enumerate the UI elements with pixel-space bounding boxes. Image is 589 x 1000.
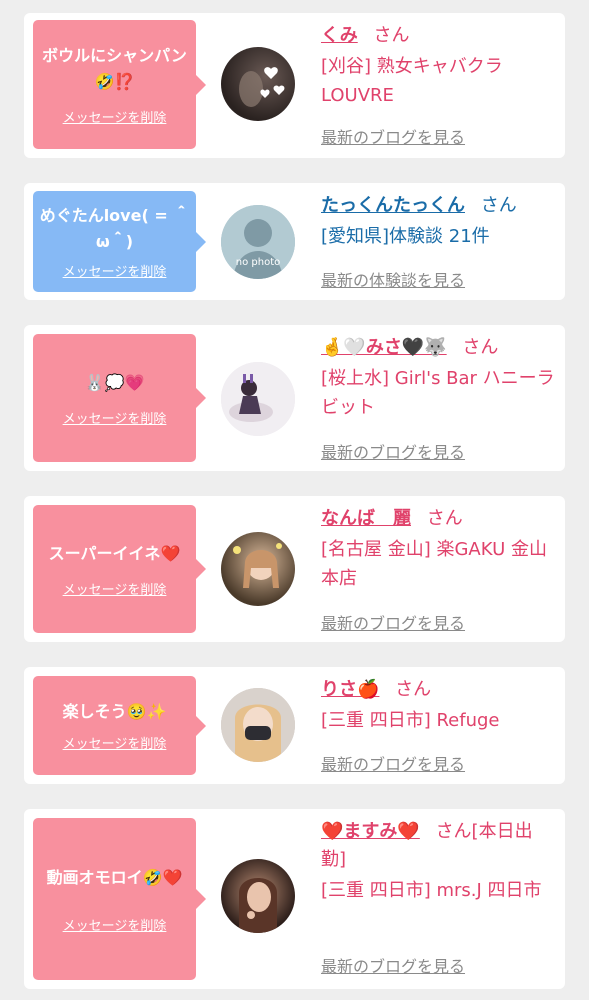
user-name-link[interactable]: ❤️ますみ❤️: [321, 821, 420, 842]
shop-name: [愛知県]体験談 21件: [321, 226, 490, 247]
delete-message-link[interactable]: メッセージを削除: [63, 408, 167, 427]
message-card: ボウルにシャンパン🤣⁉️ メッセージを削除 くみ さん [刈谷] 熟女キャバクラ…: [24, 13, 565, 158]
message-card: 楽しそう🥹✨ メッセージを削除 りさ🍎 さん [三重 四日市] Refuge 最…: [24, 667, 565, 784]
message-bubble: ボウルにシャンパン🤣⁉️ メッセージを削除: [33, 20, 206, 149]
delete-message-link[interactable]: メッセージを削除: [63, 915, 167, 934]
user-name-link[interactable]: たっくんたっくん: [321, 195, 465, 216]
user-info: なんば 麗 さん [名古屋 金山] 楽GAKU 金山本店: [321, 505, 557, 593]
honorific: さん: [395, 679, 432, 700]
honorific: さん: [426, 508, 463, 529]
shop-name: [桜上水] Girl's Bar ハニーラビット: [321, 368, 555, 418]
message-card: めぐたんlove( = ＾ω＾) メッセージを削除 no photo たっくんた…: [24, 183, 565, 300]
shop-name: [三重 四日市] mrs.J 四日市: [321, 880, 542, 901]
latest-blog-link[interactable]: 最新のブログを見る: [321, 439, 465, 463]
latest-blog-link[interactable]: 最新のブログを見る: [321, 953, 465, 977]
message-text: 🐰💭💗: [84, 372, 145, 392]
user-info: 🤞🤍みさ🖤🐺 さん [桜上水] Girl's Bar ハニーラビット: [321, 334, 557, 422]
avatar[interactable]: [221, 47, 295, 121]
avatar[interactable]: [221, 859, 295, 933]
message-bubble: めぐたんlove( = ＾ω＾) メッセージを削除: [33, 191, 206, 292]
avatar[interactable]: [221, 532, 295, 606]
latest-blog-link[interactable]: 最新のブログを見る: [321, 610, 465, 634]
honorific: さん: [462, 337, 499, 358]
user-info: ❤️ますみ❤️ さん[本日出勤] [三重 四日市] mrs.J 四日市: [321, 818, 557, 905]
delete-message-link[interactable]: メッセージを削除: [63, 733, 167, 752]
message-card: 🐰💭💗 メッセージを削除 🤞🤍みさ🖤🐺 さん [桜上水] Girl's Bar …: [24, 325, 565, 471]
message-card: 動画オモロイ🤣❤️ メッセージを削除 ❤️ますみ❤️ さん[本日出勤] [三重 …: [24, 809, 565, 989]
user-info: りさ🍎 さん [三重 四日市] Refuge: [321, 676, 557, 735]
user-name-link[interactable]: 🤞🤍みさ🖤🐺: [321, 337, 447, 358]
user-info: くみ さん [刈谷] 熟女キャバクラLOUVRE: [321, 22, 557, 110]
honorific: さん: [373, 25, 410, 46]
message-list: ボウルにシャンパン🤣⁉️ メッセージを削除 くみ さん [刈谷] 熟女キャバクラ…: [0, 0, 589, 1000]
delete-message-link[interactable]: メッセージを削除: [63, 579, 167, 598]
honorific: さん: [480, 195, 517, 216]
message-text: ボウルにシャンパン🤣⁉️: [42, 46, 187, 91]
latest-blog-link[interactable]: 最新のブログを見る: [321, 751, 465, 775]
message-text: めぐたんlove( = ＾ω＾): [39, 206, 190, 251]
delete-message-link[interactable]: メッセージを削除: [63, 261, 167, 280]
latest-review-link[interactable]: 最新の体験談を見る: [321, 267, 465, 291]
latest-blog-link[interactable]: 最新のブログを見る: [321, 124, 465, 148]
avatar[interactable]: no photo: [221, 205, 295, 279]
avatar[interactable]: [221, 688, 295, 762]
user-info: たっくんたっくん さん [愛知県]体験談 21件: [321, 192, 557, 251]
message-bubble: スーパーイイネ❤️ メッセージを削除: [33, 505, 206, 633]
shop-name: [三重 四日市] Refuge: [321, 710, 500, 731]
message-text: 楽しそう🥹✨: [62, 702, 167, 721]
user-name-link[interactable]: なんば 麗: [321, 508, 411, 529]
user-name-link[interactable]: くみ: [321, 25, 358, 46]
message-card: スーパーイイネ❤️ メッセージを削除 なんば 麗 さん [名古屋 金山] 楽GA…: [24, 496, 565, 642]
message-bubble: 動画オモロイ🤣❤️ メッセージを削除: [33, 818, 206, 980]
message-text: スーパーイイネ❤️: [48, 543, 181, 563]
no-photo-text: no photo: [236, 257, 280, 268]
avatar[interactable]: [221, 362, 295, 436]
message-bubble: 🐰💭💗 メッセージを削除: [33, 334, 206, 462]
message-bubble: 楽しそう🥹✨ メッセージを削除: [33, 676, 206, 775]
shop-name: [刈谷] 熟女キャバクラLOUVRE: [321, 56, 503, 106]
user-name-link[interactable]: りさ🍎: [321, 679, 379, 700]
delete-message-link[interactable]: メッセージを削除: [63, 107, 167, 126]
message-text: 動画オモロイ🤣❤️: [46, 867, 183, 887]
shop-name: [名古屋 金山] 楽GAKU 金山本店: [321, 539, 547, 589]
